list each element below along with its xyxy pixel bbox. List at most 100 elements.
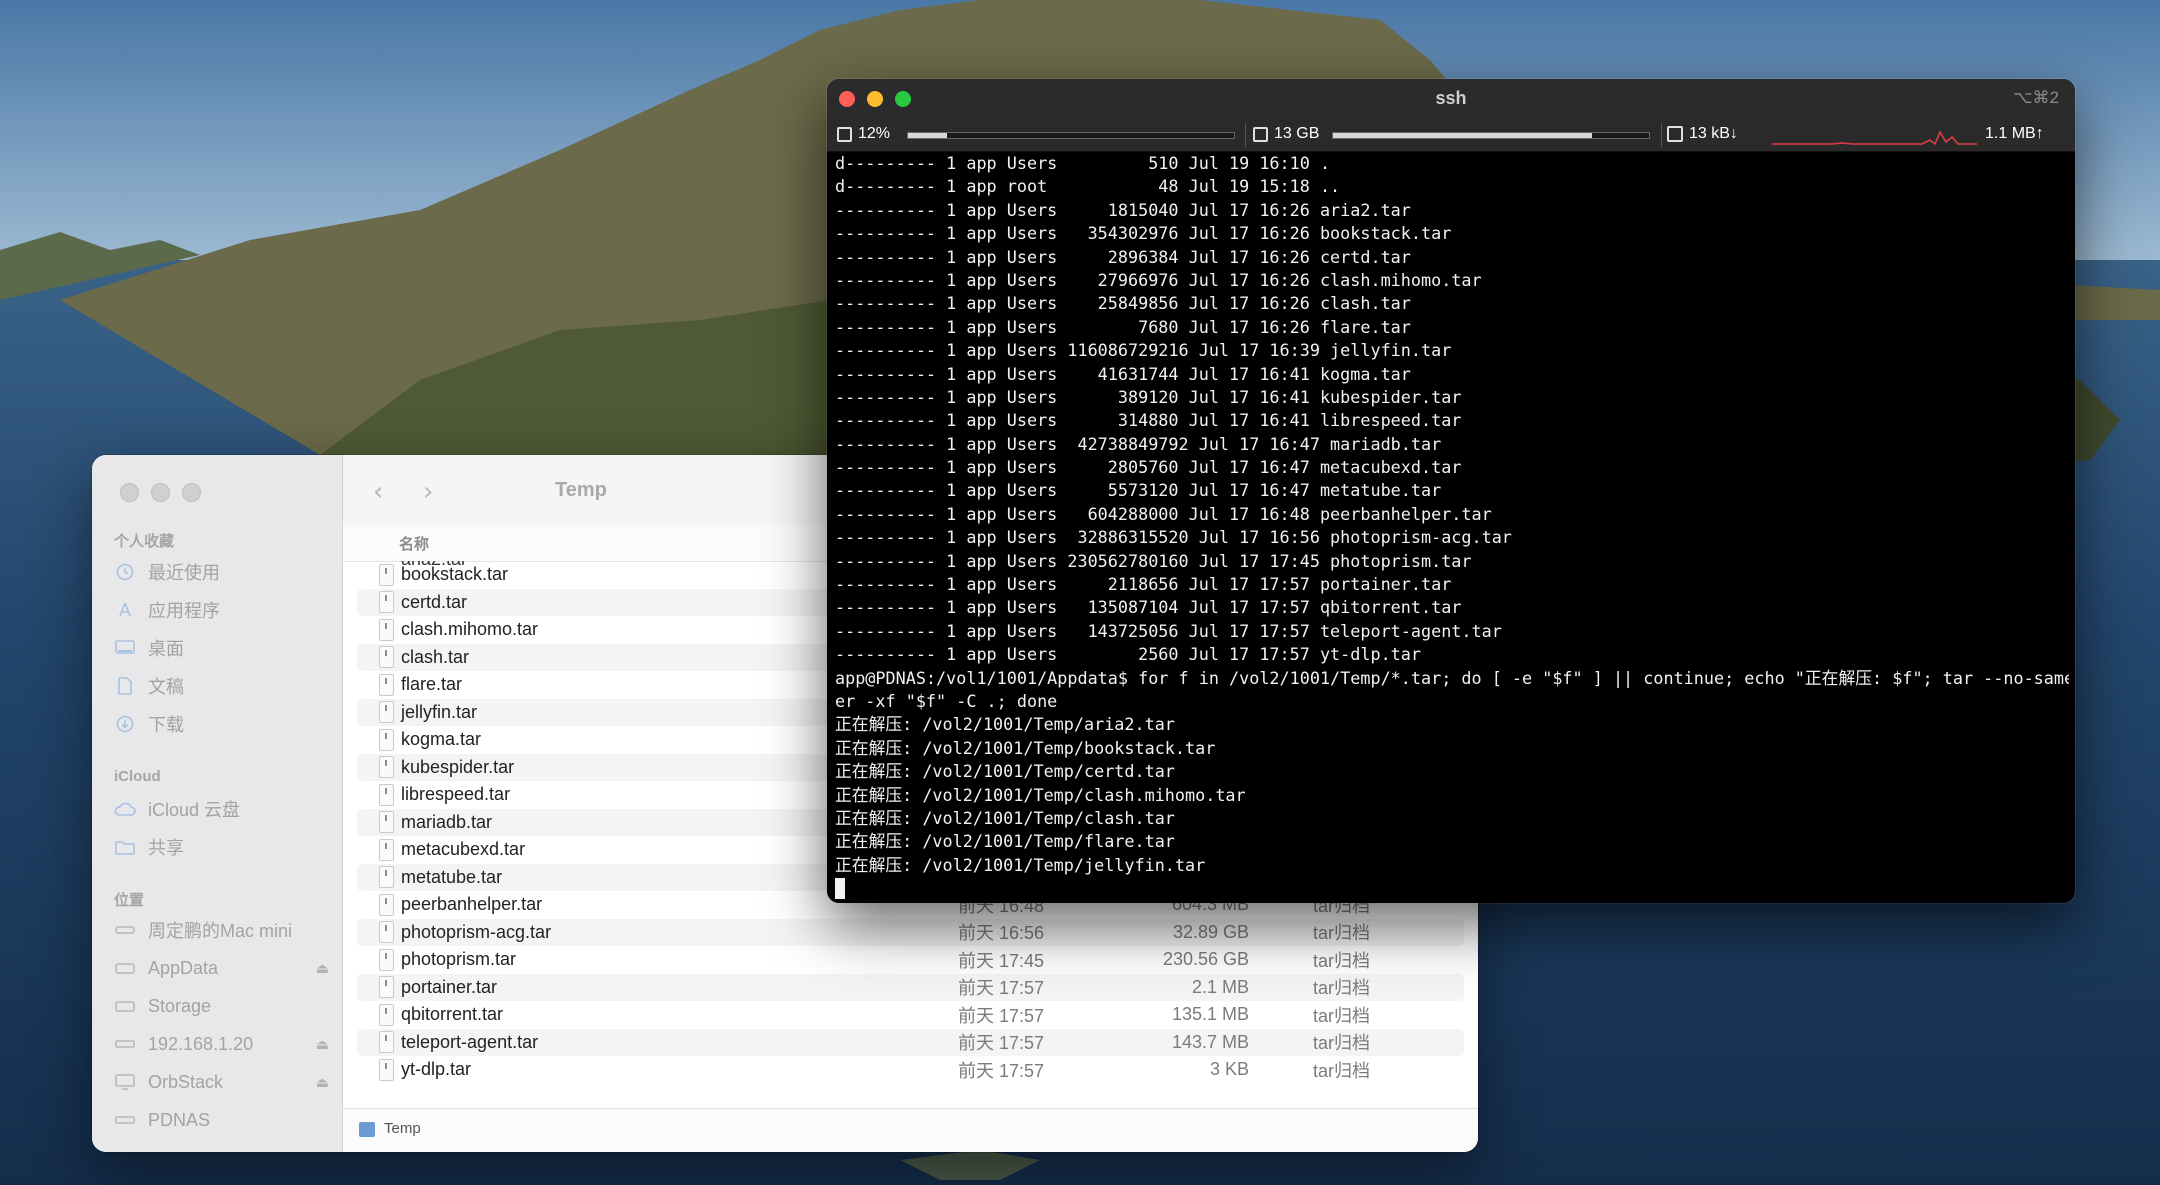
terminal-line: ---------- 1 app Users 32886315520 Jul 1… xyxy=(835,527,1512,548)
file-name: photoprism-acg.tar xyxy=(401,921,552,942)
file-icon xyxy=(379,563,394,586)
file-icon xyxy=(379,921,394,944)
terminal-window: ssh ⌥⌘2 12% 13 GB 13 kB↓ 1.1 MB↑ d------… xyxy=(827,79,2075,903)
file-icon xyxy=(379,783,394,806)
server-icon xyxy=(114,1109,136,1131)
terminal-line: er -xf "$f" -C .; done xyxy=(835,690,1058,711)
sidebar-item-label: Storage xyxy=(148,995,212,1016)
file-icon xyxy=(379,948,394,971)
file-name: jellyfin.tar xyxy=(401,701,478,722)
file-date: 前天 17:45 xyxy=(958,950,1045,971)
apps-icon xyxy=(114,599,136,621)
file-icon xyxy=(379,646,394,669)
sidebar-item-downloads[interactable]: 下载 xyxy=(114,710,329,738)
sidebar-item-mac-mini[interactable]: 周定鹏的Mac mini xyxy=(114,916,329,944)
back-icon[interactable]: ‹ xyxy=(373,477,383,507)
file-icon xyxy=(379,673,394,696)
sidebar-item-server-ip[interactable]: 192.168.1.20 ⏏ xyxy=(114,1030,329,1058)
terminal-line: ---------- 1 app Users 143725056 Jul 17 … xyxy=(835,620,1502,641)
net-down-value: 13 kB↓ xyxy=(1689,125,1738,142)
terminal-line: ---------- 1 app Users 25849856 Jul 17 1… xyxy=(835,293,1411,314)
file-kind: tar归档 xyxy=(1313,1060,1371,1081)
file-row[interactable]: portainer.tar 前天 17:57 2.1 MB tar归档 xyxy=(357,973,1464,1001)
file-name: portainer.tar xyxy=(401,976,498,997)
sidebar-item-label: 周定鹏的Mac mini xyxy=(148,921,293,941)
terminal-titlebar: ssh ⌥⌘2 xyxy=(827,79,2075,119)
terminal-line: 正在解压: /vol2/1001/Temp/bookstack.tar xyxy=(835,737,1216,758)
file-row[interactable]: qbitorrent.tar 前天 17:57 135.1 MB tar归档 xyxy=(357,1001,1464,1029)
sidebar-item-label: AppData xyxy=(148,957,219,978)
file-row[interactable]: photoprism-acg.tar 前天 16:56 32.89 GB tar归档 xyxy=(357,918,1464,946)
file-name: metatube.tar xyxy=(401,866,503,887)
eject-icon[interactable]: ⏏ xyxy=(316,1036,329,1053)
network-graph xyxy=(1772,130,1977,146)
file-name: clash.tar xyxy=(401,646,470,667)
forward-icon[interactable]: › xyxy=(423,477,433,507)
desktop-icon xyxy=(114,637,136,659)
sidebar-item-label: OrbStack xyxy=(148,1071,224,1092)
file-row[interactable]: yt-dlp.tar 前天 17:57 3 KB tar归档 xyxy=(357,1056,1464,1084)
file-name: peerbanhelper.tar xyxy=(401,894,543,915)
sidebar-item-label: 共享 xyxy=(148,838,184,858)
cloud-icon xyxy=(114,798,136,820)
cpu-icon xyxy=(837,126,852,142)
terminal-line: ---------- 1 app Users 389120 Jul 17 16:… xyxy=(835,386,1462,407)
sidebar-section-icloud: iCloud xyxy=(114,768,161,785)
download-icon xyxy=(114,713,136,735)
terminal-line: ---------- 1 app Users 2560 Jul 17 17:57… xyxy=(835,644,1421,665)
column-name-header[interactable]: 名称 xyxy=(399,533,429,554)
sidebar-item-appdata[interactable]: AppData ⏏ xyxy=(114,954,329,982)
file-icon xyxy=(379,1003,394,1026)
file-date: 前天 17:57 xyxy=(958,1005,1045,1026)
file-row[interactable]: photoprism.tar 前天 17:45 230.56 GB tar归档 xyxy=(357,946,1464,974)
file-icon xyxy=(379,756,394,779)
file-icon xyxy=(379,618,394,641)
terminal-line: ---------- 1 app Users 1815040 Jul 17 16… xyxy=(835,199,1411,220)
zoom-button[interactable] xyxy=(182,483,201,502)
terminal-line: d--------- 1 app root 48 Jul 19 15:18 .. xyxy=(835,176,1341,197)
sidebar-item-label: 文稿 xyxy=(148,677,184,697)
terminal-line: ---------- 1 app Users 27966976 Jul 17 1… xyxy=(835,269,1482,290)
terminal-title: ssh xyxy=(1435,88,1467,108)
file-icon xyxy=(379,591,394,614)
sidebar-item-orbstack[interactable]: OrbStack ⏏ xyxy=(114,1068,329,1096)
minimize-button[interactable] xyxy=(151,483,170,502)
file-row[interactable]: teleport-agent.tar 前天 17:57 143.7 MB tar归档 xyxy=(357,1028,1464,1056)
sidebar-item-shared[interactable]: 共享 xyxy=(114,833,329,861)
memory-gauge xyxy=(1332,132,1650,139)
terminal-prompt-line xyxy=(835,877,2069,900)
sidebar-item-documents[interactable]: 文稿 xyxy=(114,672,329,700)
close-button[interactable] xyxy=(120,483,139,502)
sidebar-item-recents[interactable]: 最近使用 xyxy=(114,558,329,586)
file-date: 前天 17:57 xyxy=(958,978,1045,999)
file-name: kubespider.tar xyxy=(401,756,515,777)
path-bar-label[interactable]: Temp xyxy=(384,1120,421,1137)
sidebar-section-favorites: 个人收藏 xyxy=(114,533,175,550)
file-kind: tar归档 xyxy=(1313,1033,1371,1054)
eject-icon[interactable]: ⏏ xyxy=(316,960,329,977)
terminal-line: ---------- 1 app Users 42738849792 Jul 1… xyxy=(835,433,1442,454)
eject-icon[interactable]: ⏏ xyxy=(316,1074,329,1091)
computer-icon xyxy=(114,919,136,941)
file-name: kogma.tar xyxy=(401,729,482,750)
terminal-line: ---------- 1 app Users 230562780160 Jul … xyxy=(835,550,1472,571)
finder-sidebar: 个人收藏 最近使用 应用程序 桌面 文稿 下载 iCloud iCloud 云盘 xyxy=(92,455,343,1152)
sidebar-item-icloud-drive[interactable]: iCloud 云盘 xyxy=(114,795,329,823)
shared-folder-icon xyxy=(114,836,136,858)
terminal-line: ---------- 1 app Users 5573120 Jul 17 16… xyxy=(835,480,1442,501)
file-size: 135.1 MB xyxy=(1171,1004,1249,1025)
file-name: librespeed.tar xyxy=(401,784,511,805)
file-date: 前天 17:57 xyxy=(958,1060,1045,1081)
file-kind: tar归档 xyxy=(1313,923,1371,944)
terminal-line: ---------- 1 app Users 2896384 Jul 17 16… xyxy=(835,246,1411,267)
terminal-shortcut: ⌥⌘2 xyxy=(2012,88,2059,107)
sidebar-item-applications[interactable]: 应用程序 xyxy=(114,596,329,624)
sidebar-item-pdnas[interactable]: PDNAS xyxy=(114,1106,329,1134)
terminal-output[interactable]: d--------- 1 app Users 510 Jul 19 16:10 … xyxy=(835,152,2069,903)
sidebar-item-storage[interactable]: Storage xyxy=(114,992,329,1020)
file-date: 前天 17:57 xyxy=(958,1033,1045,1054)
sidebar-item-label: PDNAS xyxy=(148,1109,211,1130)
file-name: mariadb.tar xyxy=(401,811,493,832)
sidebar-item-desktop[interactable]: 桌面 xyxy=(114,634,329,662)
terminal-line: 正在解压: /vol2/1001/Temp/certd.tar xyxy=(835,761,1175,782)
